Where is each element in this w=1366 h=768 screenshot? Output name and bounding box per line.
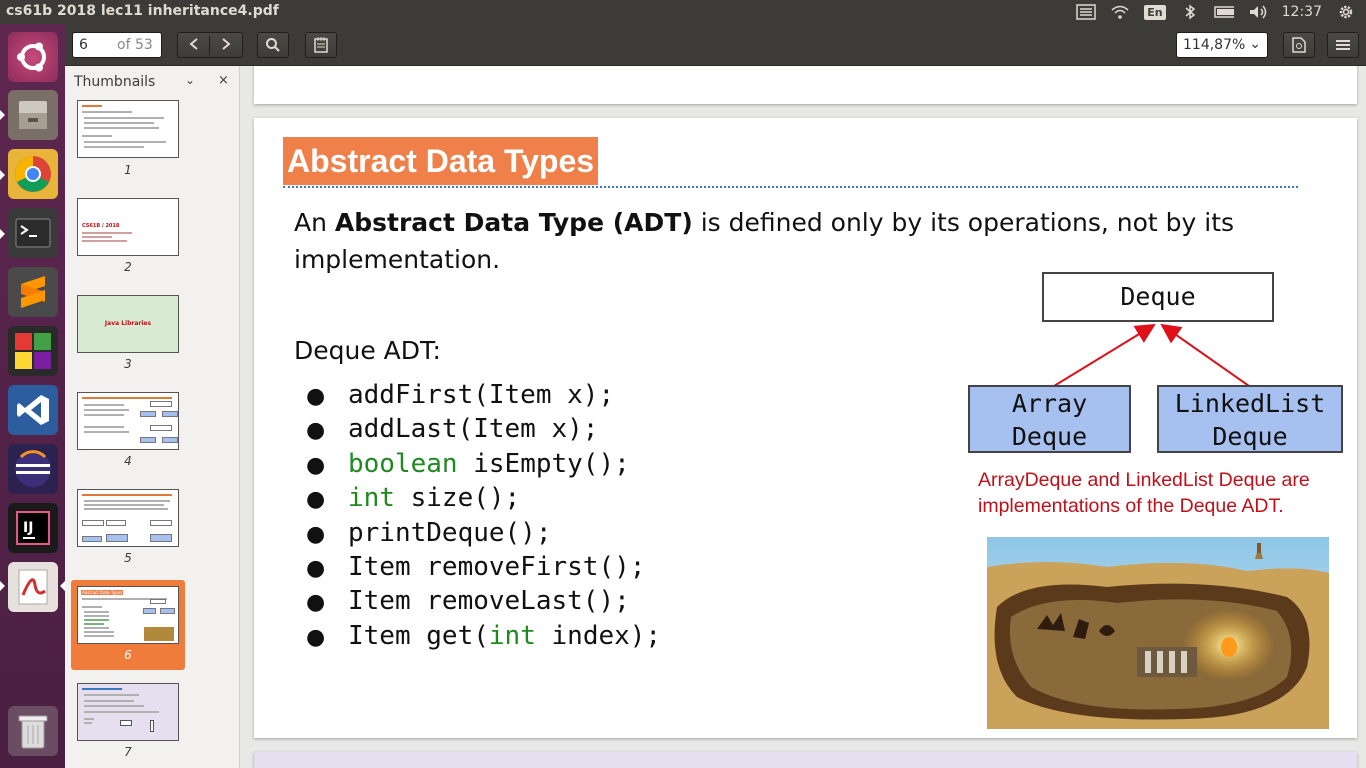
box-label: Deque bbox=[1212, 422, 1288, 451]
thumbnail-label: 3 bbox=[124, 357, 132, 371]
ubuntu-dash-icon[interactable] bbox=[8, 32, 58, 82]
current-page[interactable]: 6 bbox=[79, 37, 88, 53]
eclipse-icon[interactable] bbox=[8, 444, 58, 494]
chevron-down-icon[interactable]: ⌄ bbox=[1249, 36, 1261, 52]
box-label: Deque bbox=[1011, 422, 1088, 451]
annotations-button[interactable] bbox=[305, 32, 337, 58]
running-indicator bbox=[0, 170, 5, 180]
thumbnail-label: 5 bbox=[124, 551, 132, 565]
running-indicator bbox=[0, 110, 5, 120]
top-panel: cs61b 2018 lec11 inheritance4.pdf En 12:… bbox=[0, 0, 1366, 24]
vscode-icon[interactable] bbox=[8, 385, 58, 435]
arrow-array-to-deque bbox=[1053, 323, 1156, 387]
chevron-down-icon[interactable]: ⌄ bbox=[185, 73, 195, 87]
zoom-select[interactable]: 114,87% ⌄ bbox=[1176, 32, 1268, 58]
thumbnails-sidebar: Thumbnails ⌄ × 1 CS61B / 2018 2 Java Lib… bbox=[65, 66, 240, 768]
platos-cave-illustration bbox=[987, 537, 1329, 729]
chevron-left-icon bbox=[188, 37, 198, 50]
thumbnail-page-7[interactable] bbox=[77, 683, 179, 741]
trash-icon[interactable] bbox=[8, 706, 58, 756]
zoom-value[interactable]: 114,87% bbox=[1183, 37, 1245, 53]
thumbnail-title: Abstract Data Types bbox=[81, 590, 124, 595]
diagram-caption: ArrayDeque and LinkedList Deque are impl… bbox=[978, 469, 1310, 517]
page-number-input[interactable]: 6 of 53 bbox=[72, 32, 162, 58]
thumbnail-page-6[interactable]: Abstract Data Types bbox=[77, 586, 179, 644]
search-icon bbox=[266, 38, 280, 52]
chevron-right-icon bbox=[222, 37, 231, 50]
box-label: Array bbox=[1011, 389, 1088, 418]
sidebar-header[interactable]: Thumbnails bbox=[74, 74, 155, 90]
pdf-viewer-icon[interactable] bbox=[8, 562, 58, 612]
viewer-toolbar: 6 of 53 114,87% ⌄ bbox=[65, 24, 1366, 66]
running-indicator bbox=[0, 229, 5, 239]
intellij-icon[interactable]: IJ bbox=[8, 503, 58, 553]
deque-interface-box: Deque bbox=[1042, 272, 1274, 322]
launcher: IJ bbox=[0, 24, 65, 768]
volume-icon[interactable] bbox=[1248, 4, 1268, 20]
system-tray: En 12:37 bbox=[1076, 0, 1366, 24]
hamburger-menu-icon bbox=[1336, 40, 1350, 50]
slide-page: Abstract Data Types An Abstract Data Typ… bbox=[254, 118, 1357, 738]
next-page-button[interactable] bbox=[210, 36, 242, 55]
box-label: LinkedList bbox=[1174, 389, 1326, 418]
terminal-icon[interactable] bbox=[8, 208, 58, 258]
chrome-icon[interactable] bbox=[8, 149, 58, 199]
sublime-icon[interactable] bbox=[8, 267, 58, 317]
array-deque-box: Array Deque bbox=[968, 385, 1131, 453]
notepad-icon bbox=[314, 37, 328, 53]
thumbnail-page-5[interactable] bbox=[77, 489, 179, 547]
next-page-top bbox=[254, 752, 1357, 768]
thumbnail-label: 2 bbox=[124, 260, 132, 274]
running-indicator bbox=[0, 581, 5, 591]
document-properties-button[interactable] bbox=[1283, 32, 1315, 58]
files-icon[interactable] bbox=[8, 90, 58, 140]
thumbnail-page-4[interactable] bbox=[77, 392, 179, 450]
thumbnail-label: 4 bbox=[124, 454, 132, 468]
thumbnail-page-2[interactable]: CS61B / 2018 bbox=[77, 198, 179, 256]
thumbnail-title: Java Libraries bbox=[104, 320, 152, 327]
window-title: cs61b 2018 lec11 inheritance4.pdf bbox=[6, 3, 279, 19]
menu-list-icon[interactable] bbox=[1076, 4, 1097, 20]
battery-icon[interactable] bbox=[1213, 4, 1234, 20]
menu-button[interactable] bbox=[1327, 32, 1359, 58]
search-button[interactable] bbox=[257, 32, 289, 58]
keyboard-layout-indicator[interactable]: En bbox=[1144, 4, 1166, 20]
thumbnail-title: CS61B / 2018 bbox=[82, 223, 120, 229]
document-view[interactable]: Abstract Data Types An Abstract Data Typ… bbox=[240, 66, 1366, 768]
settings-gear-icon[interactable] bbox=[1336, 4, 1356, 20]
close-icon[interactable]: × bbox=[218, 73, 229, 88]
document-icon bbox=[1292, 37, 1306, 53]
page-nav-group bbox=[177, 32, 243, 58]
thumbnail-label: 6 bbox=[124, 648, 132, 662]
bluetooth-icon[interactable] bbox=[1180, 4, 1200, 20]
thumbnail-label: 7 bbox=[124, 745, 132, 759]
linkedlist-deque-box: LinkedList Deque bbox=[1157, 385, 1343, 453]
clock[interactable]: 12:37 bbox=[1282, 4, 1322, 20]
apps-icon[interactable] bbox=[8, 326, 58, 376]
thumbnail-page-3[interactable]: Java Libraries bbox=[77, 295, 179, 353]
previous-page-bottom bbox=[254, 66, 1357, 104]
previous-page-button[interactable] bbox=[178, 35, 210, 55]
wifi-icon[interactable] bbox=[1110, 4, 1130, 20]
arrow-linked-to-deque bbox=[1160, 323, 1250, 387]
thumbnail-label: 1 bbox=[124, 163, 132, 177]
thumbnail-page-1[interactable] bbox=[77, 100, 179, 158]
page-total: of 53 bbox=[117, 37, 153, 53]
svg-text:IJ: IJ bbox=[23, 520, 33, 536]
